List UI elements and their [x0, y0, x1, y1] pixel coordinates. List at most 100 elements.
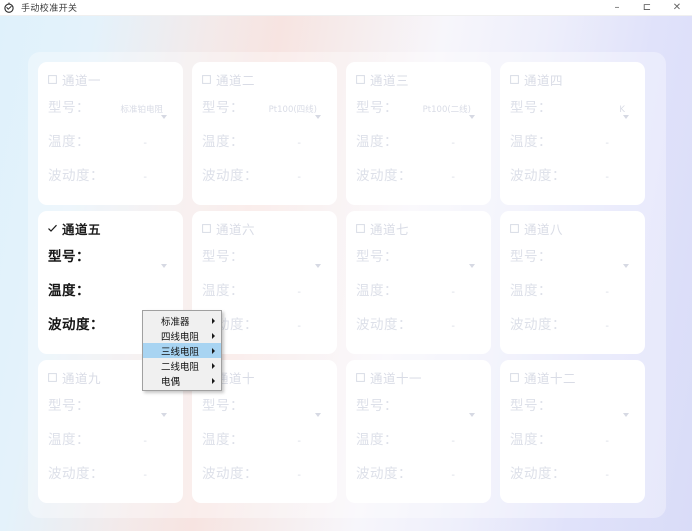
chevron-down-icon[interactable]: [469, 264, 475, 268]
channel-title: 通道六: [216, 221, 256, 237]
model-row[interactable]: 型号：: [510, 394, 635, 417]
channel-card[interactable]: 通道十二 型号： 温度： - 波动度： -: [500, 360, 645, 503]
checkbox-icon[interactable]: [356, 372, 365, 382]
channel-title: 通道十二: [524, 370, 577, 386]
checkbox-icon[interactable]: [510, 223, 519, 233]
fluctuation-label: 波动度：: [510, 168, 566, 184]
menu-item[interactable]: 四线电阻: [143, 328, 221, 343]
fluctuation-value: -: [297, 470, 301, 481]
app-logo-icon: [3, 2, 15, 14]
channel-card[interactable]: 通道二 型号： Pt100(四线) 温度： - 波动度： -: [192, 62, 337, 205]
menu-item[interactable]: 二线电阻: [143, 358, 221, 373]
channel-card-header: 通道四: [510, 71, 635, 88]
channel-card[interactable]: 通道一 型号： 标准铂电阻 温度： - 波动度： -: [38, 62, 183, 205]
channel-title: 通道五: [62, 221, 102, 237]
chevron-down-icon[interactable]: [623, 264, 629, 268]
temperature-row: 温度： -: [202, 279, 327, 299]
checkbox-icon[interactable]: [202, 223, 211, 233]
window-controls: – ⊏ ✕: [602, 0, 692, 16]
model-type-context-menu[interactable]: 标准器 四线电阻 三线电阻二线电阻电偶: [142, 310, 222, 391]
model-row[interactable]: 型号： Pt100(二线): [356, 96, 481, 119]
fluctuation-value: -: [451, 470, 455, 481]
channel-title: 通道九: [62, 370, 102, 386]
fluctuation-label: 波动度：: [510, 317, 566, 333]
model-label: 型号：: [202, 398, 244, 414]
fluctuation-label: 波动度：: [356, 317, 412, 333]
temperature-value: -: [451, 287, 455, 298]
chevron-down-icon[interactable]: [623, 413, 629, 417]
window-title: 手动校准开关: [21, 4, 78, 14]
temperature-row: 温度： -: [510, 428, 635, 448]
model-row[interactable]: 型号：: [202, 394, 327, 417]
channel-card-header: 通道十一: [356, 369, 481, 386]
channel-title: 通道一: [62, 72, 102, 88]
temperature-row: 温度： -: [356, 130, 481, 150]
model-row[interactable]: 型号：: [202, 245, 327, 268]
chevron-down-icon[interactable]: [623, 115, 629, 119]
chevron-down-icon[interactable]: [469, 115, 475, 119]
temperature-value: -: [451, 436, 455, 447]
chevron-right-icon: [212, 317, 215, 324]
model-row[interactable]: 型号：: [48, 245, 173, 268]
menu-item-label: 电偶: [161, 376, 181, 388]
checkbox-icon[interactable]: [356, 74, 365, 84]
fluctuation-label: 波动度：: [510, 466, 566, 482]
fluctuation-row: 波动度： -: [510, 164, 635, 184]
temperature-row: 温度： -: [356, 428, 481, 448]
chevron-down-icon[interactable]: [161, 413, 167, 417]
maximize-button[interactable]: ⊏: [632, 0, 662, 16]
model-row[interactable]: 型号：: [356, 245, 481, 268]
channel-card[interactable]: 通道三 型号： Pt100(二线) 温度： - 波动度： -: [346, 62, 491, 205]
fluctuation-value: -: [605, 172, 609, 183]
menu-item[interactable]: 标准器: [143, 313, 221, 328]
temperature-label: 温度：: [356, 134, 398, 150]
chevron-down-icon[interactable]: [315, 413, 321, 417]
model-label: 型号：: [510, 249, 552, 265]
channel-card-header: 通道十二: [510, 369, 635, 386]
checkbox-icon[interactable]: [48, 74, 57, 84]
chevron-down-icon[interactable]: [315, 115, 321, 119]
checkbox-icon[interactable]: [48, 372, 57, 382]
chevron-right-icon: [212, 332, 215, 339]
channel-card[interactable]: 通道四 型号： K 温度： - 波动度： -: [500, 62, 645, 205]
fluctuation-row: 波动度： -: [356, 462, 481, 482]
model-row[interactable]: 型号： Pt100(四线): [202, 96, 327, 119]
chevron-right-icon: [212, 362, 215, 369]
model-row[interactable]: 型号：: [48, 394, 173, 417]
minimize-button[interactable]: –: [602, 0, 632, 16]
fluctuation-row: 波动度： -: [202, 462, 327, 482]
fluctuation-label: 波动度：: [48, 466, 104, 482]
temperature-label: 温度：: [356, 283, 398, 299]
fluctuation-label: 波动度：: [202, 168, 258, 184]
chevron-down-icon[interactable]: [315, 264, 321, 268]
menu-item[interactable]: 三线电阻: [143, 343, 221, 358]
chevron-down-icon[interactable]: [161, 264, 167, 268]
channel-title: 通道八: [524, 221, 564, 237]
channel-card-header: 通道二: [202, 71, 327, 88]
chevron-down-icon[interactable]: [469, 413, 475, 417]
temperature-label: 温度：: [356, 432, 398, 448]
channel-card[interactable]: 通道八 型号： 温度： - 波动度： -: [500, 211, 645, 354]
checkbox-icon[interactable]: [202, 74, 211, 84]
channel-title: 通道七: [370, 221, 410, 237]
chevron-down-icon[interactable]: [161, 115, 167, 119]
model-row[interactable]: 型号：: [356, 394, 481, 417]
channel-card[interactable]: 通道七 型号： 温度： - 波动度： -: [346, 211, 491, 354]
checkbox-icon[interactable]: [356, 223, 365, 233]
checkbox-checked-icon[interactable]: [48, 224, 57, 233]
temperature-value: -: [143, 138, 147, 149]
menu-item-label: 标准器: [161, 316, 190, 328]
checkbox-icon[interactable]: [510, 372, 519, 382]
model-row[interactable]: 型号： K: [510, 96, 635, 119]
checkbox-icon[interactable]: [510, 74, 519, 84]
model-value: K: [619, 105, 625, 115]
menu-item-label: 二线电阻: [161, 361, 200, 373]
model-row[interactable]: 型号： 标准铂电阻: [48, 96, 173, 119]
temperature-value: -: [297, 436, 301, 447]
close-button[interactable]: ✕: [662, 0, 692, 16]
channel-title: 通道十一: [370, 370, 423, 386]
menu-item[interactable]: 电偶: [143, 373, 221, 388]
channel-card[interactable]: 通道十一 型号： 温度： - 波动度： -: [346, 360, 491, 503]
model-row[interactable]: 型号：: [510, 245, 635, 268]
fluctuation-row: 波动度： -: [202, 164, 327, 184]
